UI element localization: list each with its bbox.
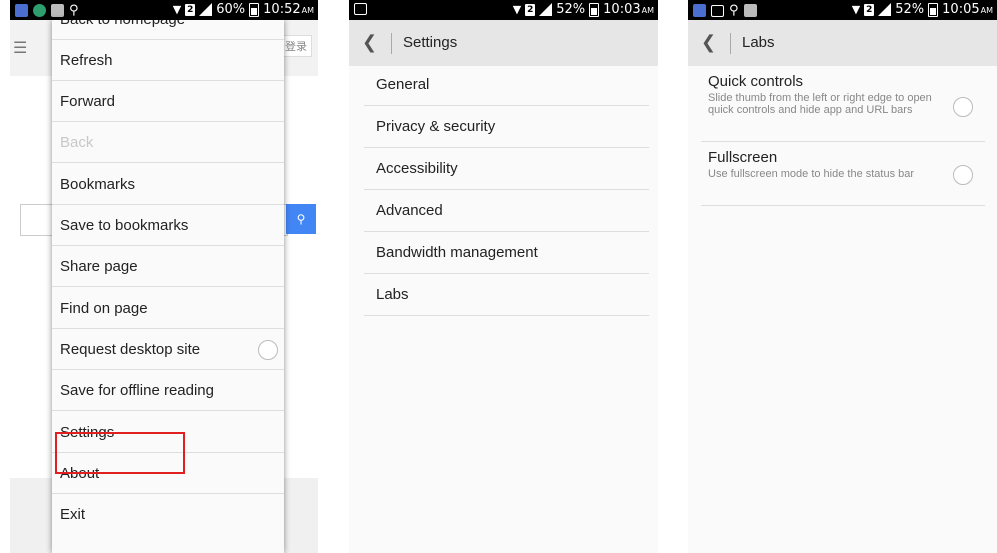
signal-icon: [199, 3, 213, 16]
radio-off-icon[interactable]: [953, 97, 973, 117]
clock: 10:52AM: [263, 2, 314, 17]
status-bar: ⚲ ▼ 2 52% 10:05AM: [688, 0, 997, 20]
battery-icon: [249, 2, 260, 17]
labs-item-fullscreen[interactable]: Fullscreen Use fullscreen mode to hide t…: [701, 150, 985, 206]
menu-item-find-on-page[interactable]: Find on page: [52, 288, 284, 329]
menu-item-save-for-offline-reading[interactable]: Save for offline reading: [52, 370, 284, 411]
settings-highlight-box: [55, 432, 185, 474]
back-chevron-icon[interactable]: ❮: [362, 32, 377, 53]
action-bar-divider: [391, 33, 392, 54]
notification-app-icon: [15, 4, 28, 17]
settings-item-privacy-security[interactable]: Privacy & security: [364, 106, 649, 148]
notification-app-icon: [693, 4, 706, 17]
settings-item-general[interactable]: General: [364, 64, 649, 106]
usb-icon: ⚲: [69, 3, 79, 18]
notification-app-icon: [33, 4, 46, 17]
signal-icon: [539, 3, 553, 16]
battery-percent: 52%: [556, 2, 586, 17]
labs-item-quick-controls[interactable]: Quick controls Slide thumb from the left…: [701, 74, 985, 142]
screen-labs: ⚲ ▼ 2 52% 10:05AM ❮ Labs Quick controls …: [688, 0, 997, 553]
battery-percent: 52%: [895, 2, 925, 17]
action-bar: ❮ Labs: [688, 20, 997, 66]
menu-item-forward[interactable]: Forward: [52, 81, 284, 122]
settings-item-labs[interactable]: Labs: [364, 274, 649, 316]
image-notification-icon: [354, 3, 367, 15]
settings-item-accessibility[interactable]: Accessibility: [364, 148, 649, 190]
wifi-icon: ▼: [172, 3, 182, 16]
notification-app-icon: [743, 4, 757, 17]
screen-settings: ▼ 2 52% 10:03AM ❮ Settings General Priva…: [349, 0, 658, 553]
radio-off-icon[interactable]: [953, 165, 973, 185]
settings-item-bandwidth-management[interactable]: Bandwidth management: [364, 232, 649, 274]
sim-icon: 2: [864, 3, 875, 16]
menu-item-back-to-homepage[interactable]: Back to homepage: [52, 20, 284, 40]
labs-item-description: Slide thumb from the left or right edge …: [708, 92, 932, 116]
back-chevron-icon[interactable]: ❮: [701, 32, 716, 53]
wifi-icon: ▼: [512, 3, 522, 16]
notification-app-icon: [51, 4, 64, 17]
clock: 10:05AM: [942, 2, 993, 17]
labs-item-title: Fullscreen: [708, 149, 778, 166]
menu-item-refresh[interactable]: Refresh: [52, 40, 284, 81]
status-bar: ⚲ ▼ 2 60% 10:52AM: [10, 0, 318, 20]
settings-item-advanced[interactable]: Advanced: [364, 190, 649, 232]
screen-browser-menu: ⚲ ▼ 2 60% 10:52AM ☰ 登录 ⚲ Back to homepag…: [10, 0, 318, 553]
menu-item-bookmarks[interactable]: Bookmarks: [52, 164, 284, 205]
menu-item-share-page[interactable]: Share page: [52, 246, 284, 287]
signal-icon: [878, 3, 892, 16]
battery-percent: 60%: [216, 2, 246, 17]
menu-icon[interactable]: ☰: [13, 38, 27, 58]
action-bar-divider: [730, 33, 731, 54]
usb-icon: ⚲: [729, 3, 739, 18]
menu-item-exit[interactable]: Exit: [52, 494, 284, 535]
menu-item-save-to-bookmarks[interactable]: Save to bookmarks: [52, 205, 284, 246]
menu-item-request-desktop-site[interactable]: Request desktop site: [52, 329, 284, 370]
radio-off-icon[interactable]: [258, 340, 278, 360]
image-notification-icon: [711, 4, 724, 17]
action-bar: ❮ Settings: [349, 20, 658, 66]
wifi-icon: ▼: [851, 3, 861, 16]
labs-item-title: Quick controls: [708, 73, 804, 90]
search-icon[interactable]: ⚲: [286, 204, 316, 234]
sim-icon: 2: [525, 3, 536, 16]
sim-icon: 2: [185, 3, 196, 16]
menu-item-back: Back: [52, 122, 284, 163]
battery-icon: [928, 2, 939, 17]
labs-item-description: Use fullscreen mode to hide the status b…: [708, 168, 915, 180]
status-bar: ▼ 2 52% 10:03AM: [349, 0, 658, 20]
page-title: Labs: [742, 34, 775, 51]
battery-icon: [589, 2, 600, 17]
page-title: Settings: [403, 34, 458, 51]
clock: 10:03AM: [603, 2, 654, 17]
notification-icons: ⚲: [15, 3, 79, 18]
